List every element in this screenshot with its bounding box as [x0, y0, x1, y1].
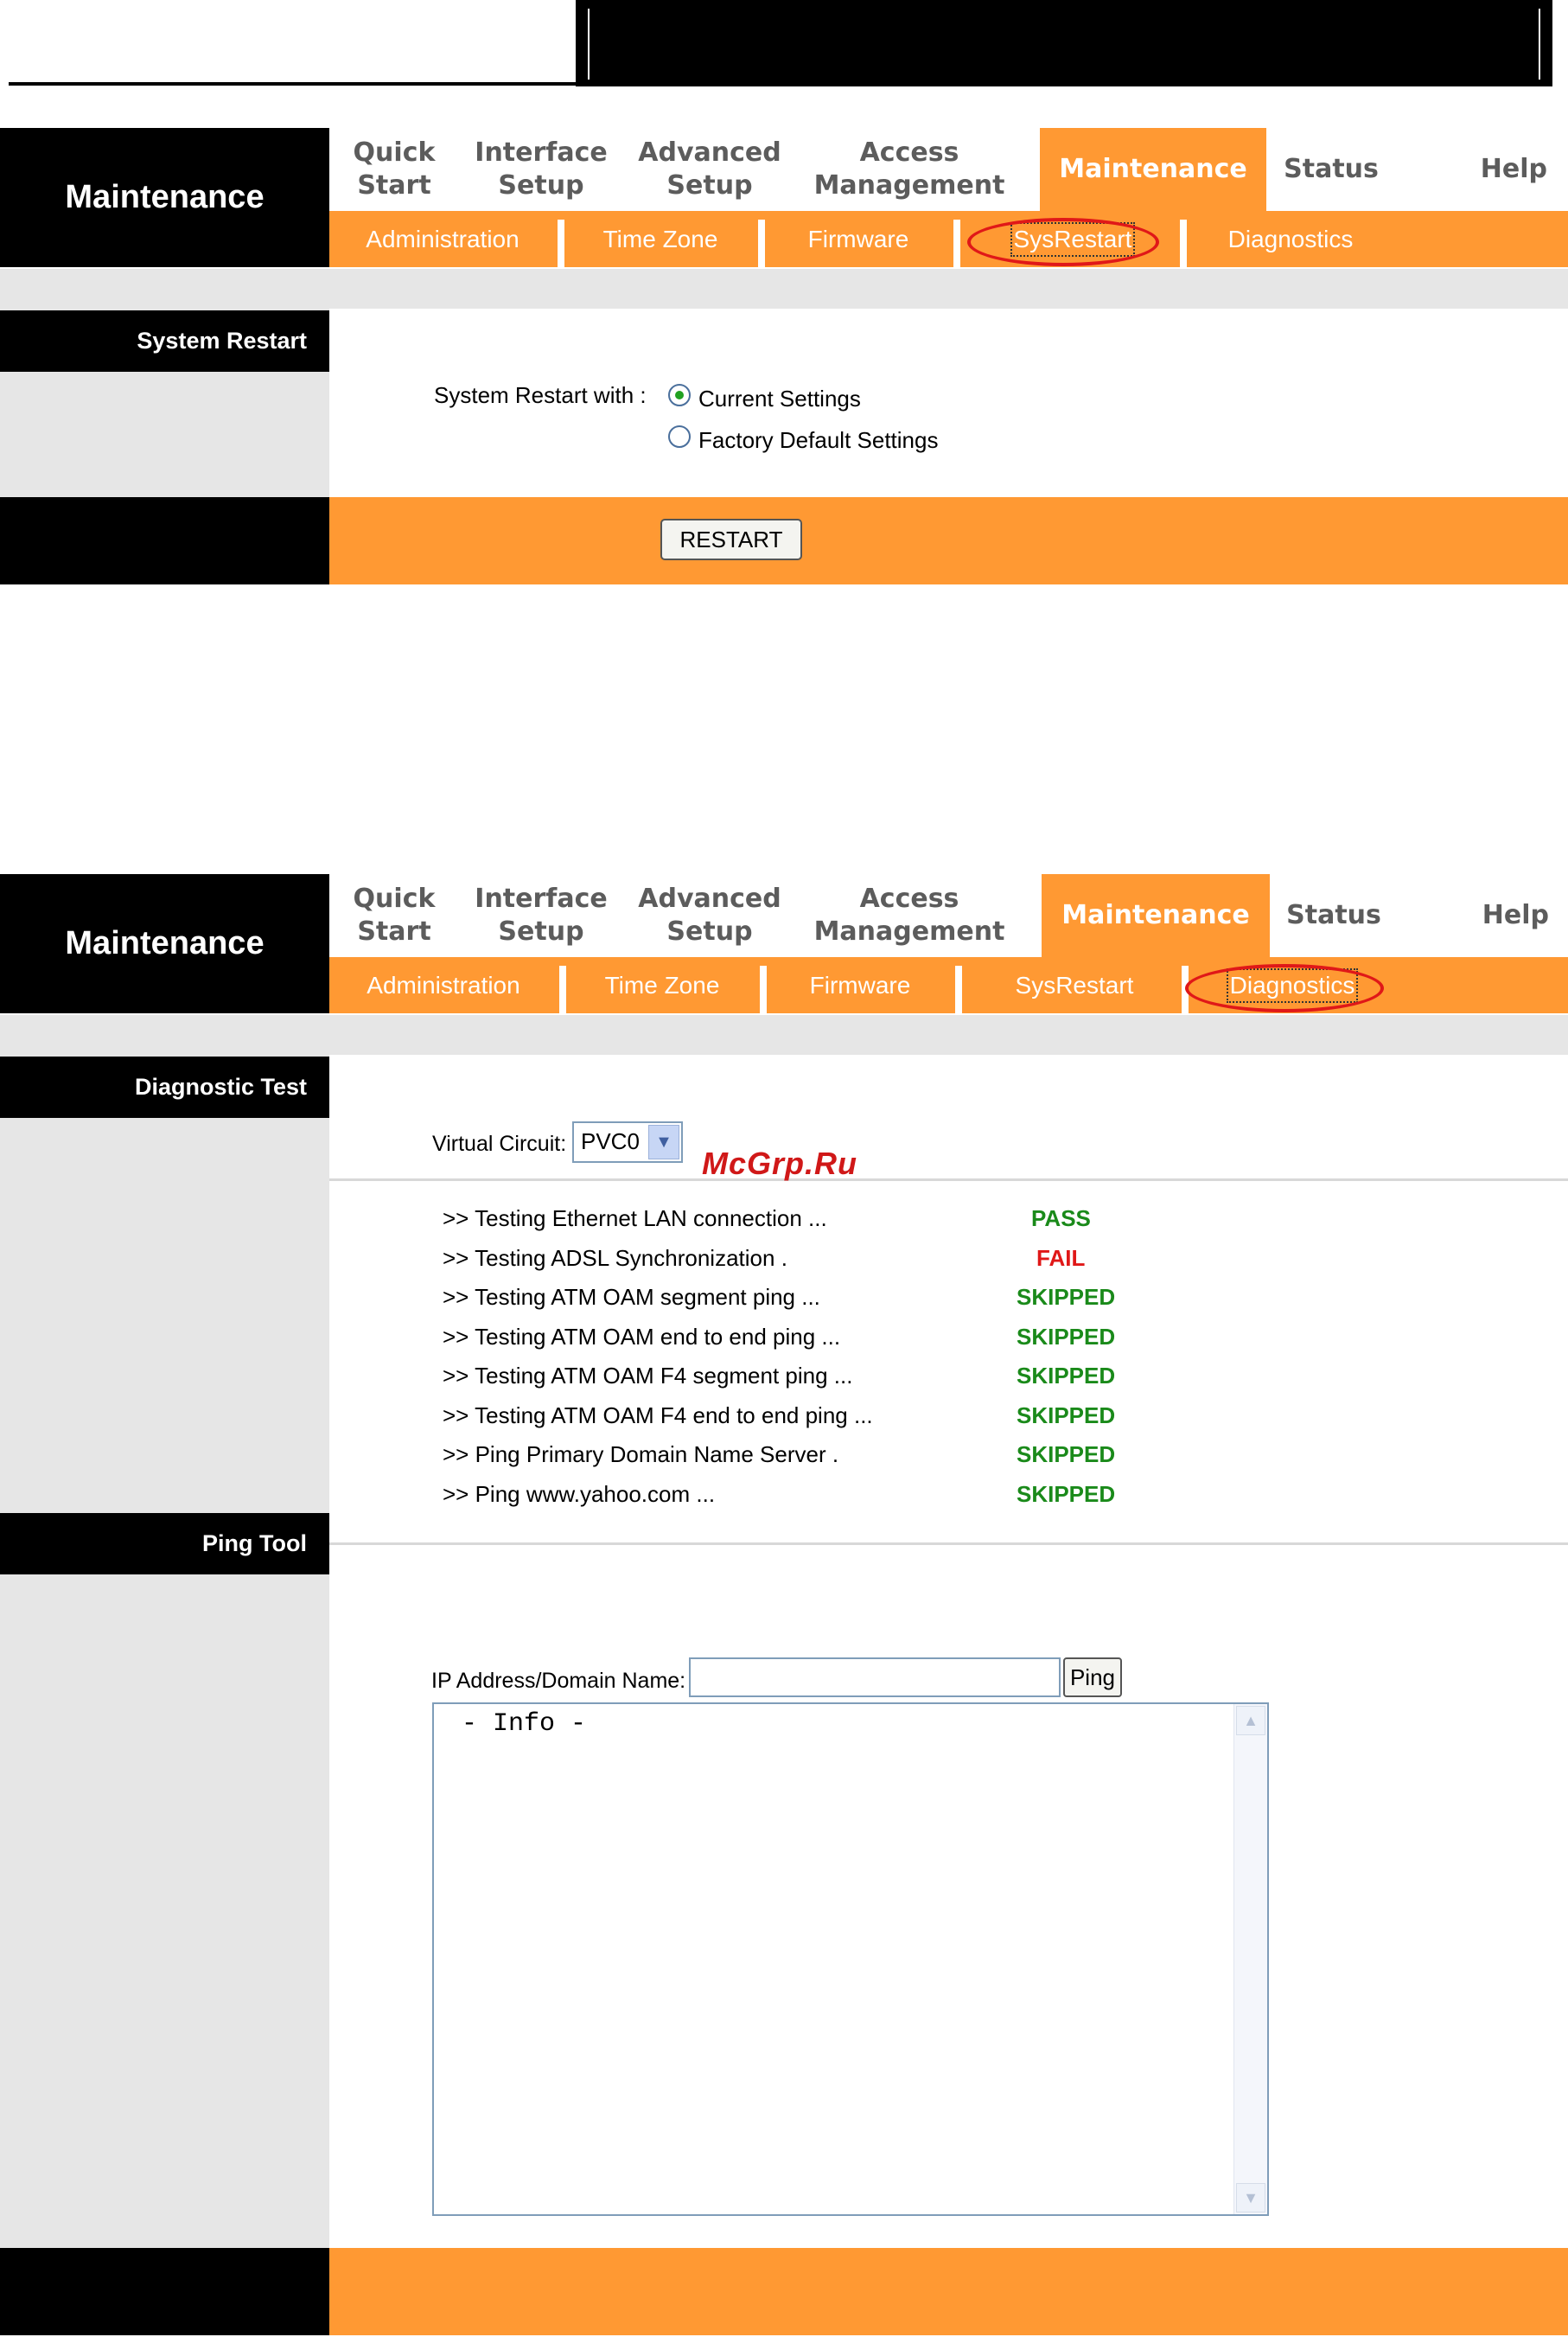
side-title: Maintenance	[0, 128, 329, 267]
test-name: >> Testing ATM OAM F4 end to end ping ..…	[443, 1402, 873, 1428]
scroll-up-icon[interactable]: ▲	[1236, 1706, 1265, 1735]
document-header-frame	[588, 9, 1540, 80]
scroll-down-icon[interactable]: ▼	[1236, 2183, 1265, 2212]
section-label-diagnostic-test: Diagnostic Test	[0, 1057, 329, 1118]
nav-help[interactable]: Help	[1398, 874, 1568, 957]
sub-nav: Administration Time Zone Firmware SysRes…	[329, 211, 1568, 267]
nav-quick-start[interactable]: Quick Start	[329, 128, 459, 211]
subnav-sysrestart[interactable]: SysRestart	[962, 957, 1187, 1013]
section-label-system-restart: System Restart	[0, 310, 329, 372]
restart-with-label: System Restart with :	[434, 382, 647, 408]
virtual-circuit-select[interactable]: PVC0 ▼	[572, 1121, 683, 1163]
test-result: SKIPPED	[1017, 1284, 1116, 1310]
footer-bar	[329, 2248, 1568, 2335]
subnav-separator	[955, 966, 962, 1013]
main-nav: Quick Start Interface Setup Advanced Setup …	[329, 874, 1568, 957]
divider	[329, 1542, 1568, 1545]
test-result: SKIPPED	[1017, 1402, 1116, 1428]
document-header-rule	[9, 82, 576, 86]
subnav-time-zone[interactable]: Time Zone	[566, 957, 758, 1013]
diagnostics-screenshot: Maintenance Quick Start Interface Setup Ad…	[0, 874, 1568, 2337]
highlight-ellipse	[1185, 964, 1384, 1012]
chevron-down-icon: ▼	[648, 1125, 679, 1159]
subnav-separator	[953, 220, 960, 267]
nav-help[interactable]: Help	[1396, 128, 1568, 211]
nav-status[interactable]: Status	[1266, 128, 1396, 211]
side-title: Maintenance	[0, 874, 329, 1013]
subnav-separator	[558, 220, 564, 267]
test-result: SKIPPED	[1017, 1481, 1116, 1507]
nav-maintenance[interactable]: Maintenance	[1040, 128, 1266, 211]
watermark: McGrp.Ru	[702, 1146, 858, 1181]
ping-button[interactable]: Ping	[1063, 1657, 1122, 1697]
divider	[329, 1178, 1568, 1181]
nav-maintenance[interactable]: Maintenance	[1042, 874, 1270, 957]
nav-interface-setup[interactable]: Interface Setup	[459, 874, 623, 957]
subnav-separator	[760, 966, 767, 1013]
test-result: SKIPPED	[1017, 1324, 1116, 1350]
ping-info-textarea[interactable]: - Info - ▲ ▼	[432, 1702, 1269, 2216]
current-settings-label: Current Settings	[698, 386, 861, 412]
test-result: SKIPPED	[1017, 1441, 1116, 1467]
test-name: >> Testing ATM OAM segment ping ...	[443, 1284, 820, 1310]
subnav-firmware[interactable]: Firmware	[765, 211, 952, 267]
subnav-administration[interactable]: Administration	[329, 957, 558, 1013]
spacer-band	[0, 269, 1568, 309]
test-name: >> Testing ATM OAM end to end ping ...	[443, 1324, 841, 1350]
footer-left-bar	[0, 2248, 329, 2335]
radio-factory-default[interactable]	[668, 425, 691, 448]
sub-nav: Administration Time Zone Firmware SysRes…	[329, 957, 1568, 1013]
ip-address-label: IP Address/Domain Name:	[431, 1669, 686, 1693]
textarea-scrollbar[interactable]: ▲ ▼	[1233, 1704, 1267, 2214]
test-name: >> Testing ADSL Synchronization .	[443, 1245, 787, 1271]
ip-address-input[interactable]	[689, 1657, 1061, 1697]
subnav-diagnostics[interactable]: Diagnostics	[1187, 211, 1394, 267]
footer-bar	[329, 497, 1568, 584]
sysrestart-screenshot: Maintenance Quick Start Interface Setup Ad…	[0, 128, 1568, 586]
info-text: - Info -	[446, 1709, 587, 1739]
test-name: >> Ping Primary Domain Name Server .	[443, 1441, 839, 1467]
subnav-administration[interactable]: Administration	[329, 211, 556, 267]
radio-current-settings[interactable]	[668, 384, 691, 406]
test-result: FAIL	[1036, 1245, 1086, 1271]
nav-advanced-setup[interactable]: Advanced Setup	[623, 128, 796, 211]
test-name: >> Ping www.yahoo.com ...	[443, 1481, 716, 1507]
test-name: >> Testing Ethernet LAN connection ...	[443, 1205, 827, 1231]
factory-default-label: Factory Default Settings	[698, 427, 939, 453]
subnav-separator	[559, 966, 566, 1013]
nav-quick-start[interactable]: Quick Start	[329, 874, 459, 957]
spacer-band	[0, 1015, 1568, 1055]
virtual-circuit-value: PVC0	[581, 1128, 640, 1154]
test-result: SKIPPED	[1017, 1363, 1116, 1389]
virtual-circuit-label: Virtual Circuit:	[432, 1132, 567, 1156]
nav-interface-setup[interactable]: Interface Setup	[459, 128, 623, 211]
subnav-separator	[758, 220, 765, 267]
subnav-time-zone[interactable]: Time Zone	[564, 211, 756, 267]
nav-status[interactable]: Status	[1270, 874, 1398, 957]
subnav-firmware[interactable]: Firmware	[767, 957, 953, 1013]
subnav-separator	[1180, 220, 1187, 267]
left-column	[0, 1055, 329, 2255]
restart-button[interactable]: RESTART	[660, 519, 802, 560]
highlight-ellipse	[967, 218, 1159, 266]
nav-access-management[interactable]: Access Management	[796, 874, 1023, 957]
nav-advanced-setup[interactable]: Advanced Setup	[623, 874, 796, 957]
section-label-ping-tool: Ping Tool	[0, 1513, 329, 1574]
footer-left-bar	[0, 497, 329, 584]
main-nav: Quick Start Interface Setup Advanced Setup …	[329, 128, 1568, 211]
test-result: PASS	[1031, 1205, 1091, 1231]
nav-access-management[interactable]: Access Management	[796, 128, 1023, 211]
test-name: >> Testing ATM OAM F4 segment ping ...	[443, 1363, 853, 1389]
